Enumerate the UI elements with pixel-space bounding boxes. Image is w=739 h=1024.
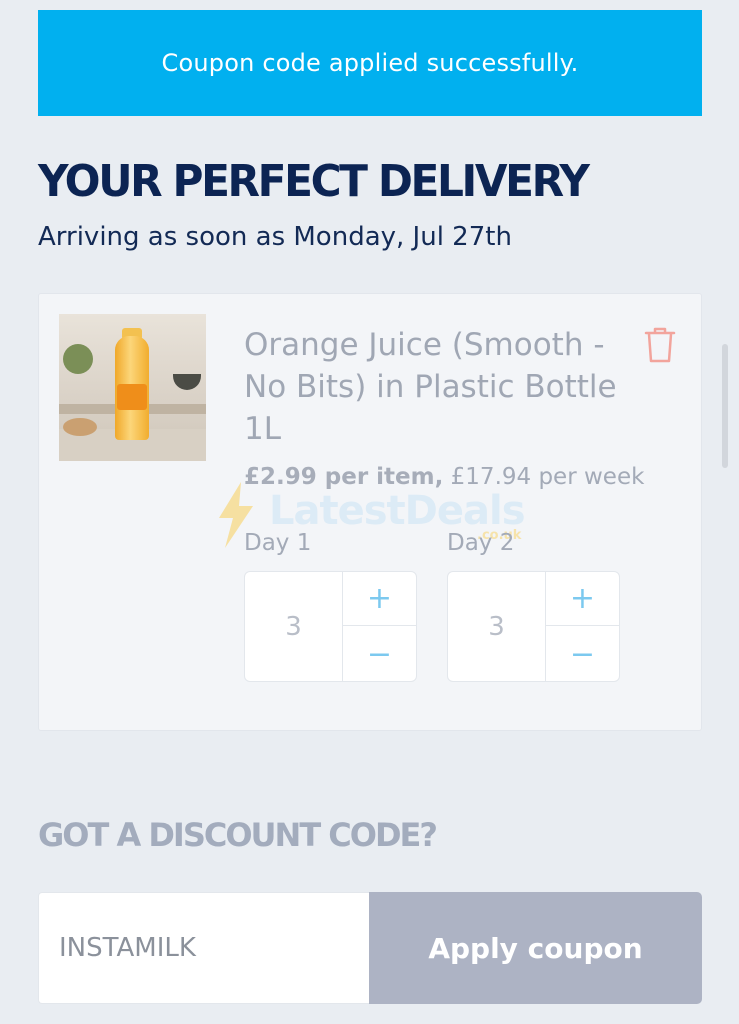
coupon-success-banner: Coupon code applied successfully.	[38, 10, 702, 116]
day-1-increase-button[interactable]: +	[343, 572, 416, 626]
cart-item-card: Orange Juice (Smooth - No Bits) in Plast…	[38, 293, 702, 731]
arrival-date: Arriving as soon as Monday, Jul 27th	[38, 222, 512, 252]
day-2-quantity[interactable]: 3	[448, 572, 546, 681]
product-title: Orange Juice (Smooth - No Bits) in Plast…	[244, 327, 617, 447]
day-2-decrease-button[interactable]: −	[546, 627, 619, 681]
day-2-increase-button[interactable]: +	[546, 572, 619, 626]
product-image	[59, 314, 206, 461]
day-1-label: Day 1	[244, 530, 312, 556]
trash-icon[interactable]	[643, 326, 677, 364]
day-1-quantity-stepper: 3 + −	[244, 571, 417, 682]
page-title: YOUR PERFECT DELIVERY	[38, 156, 590, 207]
day-2-label: Day 2	[447, 530, 515, 556]
scrollbar[interactable]	[722, 344, 728, 468]
apply-coupon-button[interactable]: Apply coupon	[369, 892, 702, 1004]
coupon-code-input[interactable]: INSTAMILK	[38, 892, 370, 1004]
banner-message: Coupon code applied successfully.	[161, 49, 579, 77]
discount-heading: GOT A DISCOUNT CODE?	[38, 816, 438, 854]
day-1-quantity[interactable]: 3	[245, 572, 343, 681]
day-2-quantity-stepper: 3 + −	[447, 571, 620, 682]
day-1-decrease-button[interactable]: −	[343, 627, 416, 681]
